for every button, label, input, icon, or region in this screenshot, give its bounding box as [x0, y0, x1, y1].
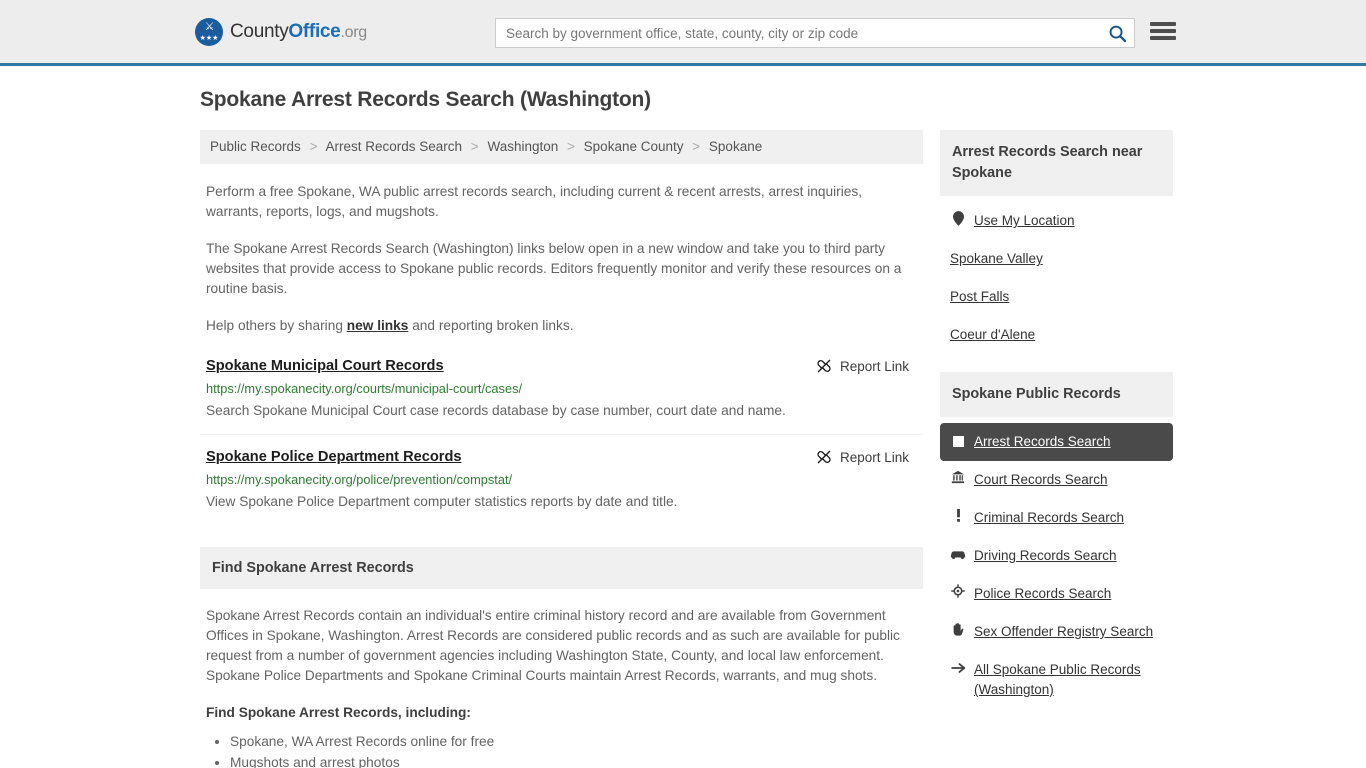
find-section-paragraph: Spokane Arrest Records contain an indivi…: [206, 608, 900, 683]
intro-text: Perform a free Spokane, WA public arrest…: [200, 182, 923, 336]
breadcrumb-item-arrest-records-search[interactable]: Arrest Records Search: [325, 139, 462, 154]
share-text-after: and reporting broken links.: [408, 318, 574, 333]
sidebar-item-police-records-search[interactable]: Police Records Search: [940, 575, 1173, 613]
sidebar-link-label[interactable]: Police Records Search: [974, 584, 1111, 604]
find-section-bullet-list: Spokane, WA Arrest Records online for fr…: [206, 731, 917, 768]
exclamation-mark-icon: [950, 508, 966, 528]
result-description: Search Spokane Municipal Court case reco…: [206, 403, 786, 418]
intro-paragraph-2: The Spokane Arrest Records Search (Washi…: [206, 241, 902, 296]
list-item: Spokane, WA Arrest Records online for fr…: [230, 731, 917, 752]
result-url[interactable]: https://my.spokanecity.org/police/preven…: [206, 472, 917, 487]
sidebar-item-sex-offender-registry-search[interactable]: Sex Offender Registry Search: [940, 613, 1173, 651]
sidebar-item-use-my-location[interactable]: Use My Location: [940, 202, 1173, 240]
search-button[interactable]: [1100, 19, 1134, 47]
page-body: Spokane Arrest Records Search (Washingto…: [0, 66, 1366, 768]
site-header: ⚔ ★★★ CountyOffice.org: [0, 0, 1366, 66]
sidebar-link-label[interactable]: Coeur d'Alene: [950, 325, 1035, 345]
sidebar-item-criminal-records-search[interactable]: Criminal Records Search: [940, 499, 1173, 537]
sidebar-link-label[interactable]: Court Records Search: [974, 470, 1108, 490]
car-icon: [950, 546, 966, 565]
sidebar-link-label[interactable]: Criminal Records Search: [974, 508, 1124, 528]
result-header: Spokane Police Department Records Report…: [206, 449, 917, 465]
sidebar-item-driving-records-search[interactable]: Driving Records Search: [940, 537, 1173, 575]
hamburger-bar: [1150, 29, 1176, 33]
sidebar-item-post-falls[interactable]: Post Falls: [940, 278, 1173, 316]
sidebar-link-label[interactable]: Post Falls: [950, 287, 1009, 307]
find-section-body: Spokane Arrest Records contain an indivi…: [200, 606, 923, 768]
result-list: Spokane Municipal Court Records Report L…: [200, 358, 923, 525]
handcuffs-square-icon: [950, 432, 966, 451]
brand-wordmark: CountyOffice.org: [230, 21, 367, 43]
eagle-seal-icon: ⚔ ★★★: [195, 17, 223, 46]
report-link-button[interactable]: Report Link: [816, 358, 917, 374]
broken-link-icon: [817, 359, 831, 373]
map-pin-icon: [950, 211, 966, 231]
breadcrumb-separator: >: [470, 139, 479, 154]
sidebar-link-label[interactable]: Spokane Valley: [950, 249, 1043, 269]
sidebar-link-label[interactable]: Arrest Records Search: [974, 432, 1111, 452]
new-links-link[interactable]: new links: [347, 318, 409, 333]
hamburger-menu-icon[interactable]: [1150, 20, 1176, 42]
sidebar-item-court-records-search[interactable]: Court Records Search: [940, 461, 1173, 499]
search-icon: [1109, 25, 1126, 42]
search-bar[interactable]: [495, 18, 1135, 48]
brand-part-org: .org: [340, 23, 367, 41]
broken-link-icon: [817, 450, 831, 464]
near-spokane-heading: Arrest Records Search near Spokane: [940, 130, 1173, 196]
share-text-before: Help others by sharing: [206, 318, 347, 333]
search-input[interactable]: [496, 20, 1100, 46]
breadcrumb-item-spokane[interactable]: Spokane: [709, 139, 762, 154]
brand-part-county: County: [230, 20, 289, 42]
content-row: Public Records > Arrest Records Search >…: [200, 130, 1366, 768]
intro-paragraph-1: Perform a free Spokane, WA public arrest…: [206, 184, 863, 219]
find-section-heading: Find Spokane Arrest Records: [200, 547, 923, 589]
public-records-list: Arrest Records Search Court Records Sear…: [940, 417, 1173, 709]
brand-part-office: Office: [288, 20, 341, 42]
result-title-link[interactable]: Spokane Police Department Records: [206, 449, 461, 465]
sidebar-item-spokane-valley[interactable]: Spokane Valley: [940, 240, 1173, 278]
sidebar-link-label[interactable]: Sex Offender Registry Search: [974, 622, 1153, 642]
report-link-label: Report Link: [839, 449, 909, 465]
breadcrumb-item-washington[interactable]: Washington: [487, 139, 558, 154]
near-spokane-panel: Arrest Records Search near Spokane Use M…: [940, 130, 1173, 354]
result-item: Spokane Police Department Records Report…: [200, 449, 923, 525]
breadcrumb-separator: >: [567, 139, 575, 154]
intro-paragraph-3: Help others by sharing new links and rep…: [200, 316, 923, 336]
result-description: View Spokane Police Department computer …: [206, 494, 678, 509]
result-header: Spokane Municipal Court Records Report L…: [206, 358, 917, 374]
breadcrumb-separator: >: [692, 139, 701, 154]
hand-icon: [950, 622, 966, 642]
hamburger-bar: [1150, 22, 1176, 26]
arrow-right-icon: [950, 660, 966, 679]
hamburger-bar: [1150, 36, 1176, 40]
sidebar-link-label[interactable]: Driving Records Search: [974, 546, 1117, 566]
sidebar-link-label[interactable]: All Spokane Public Records (Washington): [974, 660, 1163, 700]
report-link-label: Report Link: [839, 358, 909, 374]
result-item: Spokane Municipal Court Records Report L…: [200, 358, 923, 435]
list-item: Mugshots and arrest photos: [230, 752, 917, 768]
breadcrumb: Public Records > Arrest Records Search >…: [200, 130, 923, 164]
police-badge-icon: [950, 584, 966, 603]
page-title: Spokane Arrest Records Search (Washingto…: [200, 88, 651, 111]
near-spokane-list: Use My Location Spokane Valley Post Fall…: [940, 196, 1173, 354]
sidebar-item-all-public-records[interactable]: All Spokane Public Records (Washington): [940, 651, 1173, 709]
main-column: Public Records > Arrest Records Search >…: [200, 130, 923, 768]
sidebar-link-label[interactable]: Use My Location: [974, 211, 1075, 231]
breadcrumb-item-spokane-county[interactable]: Spokane County: [584, 139, 684, 154]
courthouse-icon: [950, 470, 966, 489]
sidebar: Arrest Records Search near Spokane Use M…: [940, 130, 1173, 727]
breadcrumb-item-public-records[interactable]: Public Records: [210, 139, 301, 154]
find-section-list-heading: Find Spokane Arrest Records, including:: [206, 705, 471, 720]
sidebar-item-coeur-dalene[interactable]: Coeur d'Alene: [940, 316, 1173, 354]
breadcrumb-separator: >: [309, 139, 318, 154]
report-link-button[interactable]: Report Link: [816, 449, 917, 465]
result-title-link[interactable]: Spokane Municipal Court Records: [206, 358, 444, 374]
public-records-panel: Spokane Public Records Arrest Records Se…: [940, 372, 1173, 709]
public-records-heading: Spokane Public Records: [940, 372, 1173, 417]
site-logo[interactable]: ⚔ ★★★ CountyOffice.org: [195, 17, 367, 46]
sidebar-item-arrest-records-search[interactable]: Arrest Records Search: [940, 423, 1173, 461]
result-url[interactable]: https://my.spokanecity.org/courts/munici…: [206, 381, 917, 396]
